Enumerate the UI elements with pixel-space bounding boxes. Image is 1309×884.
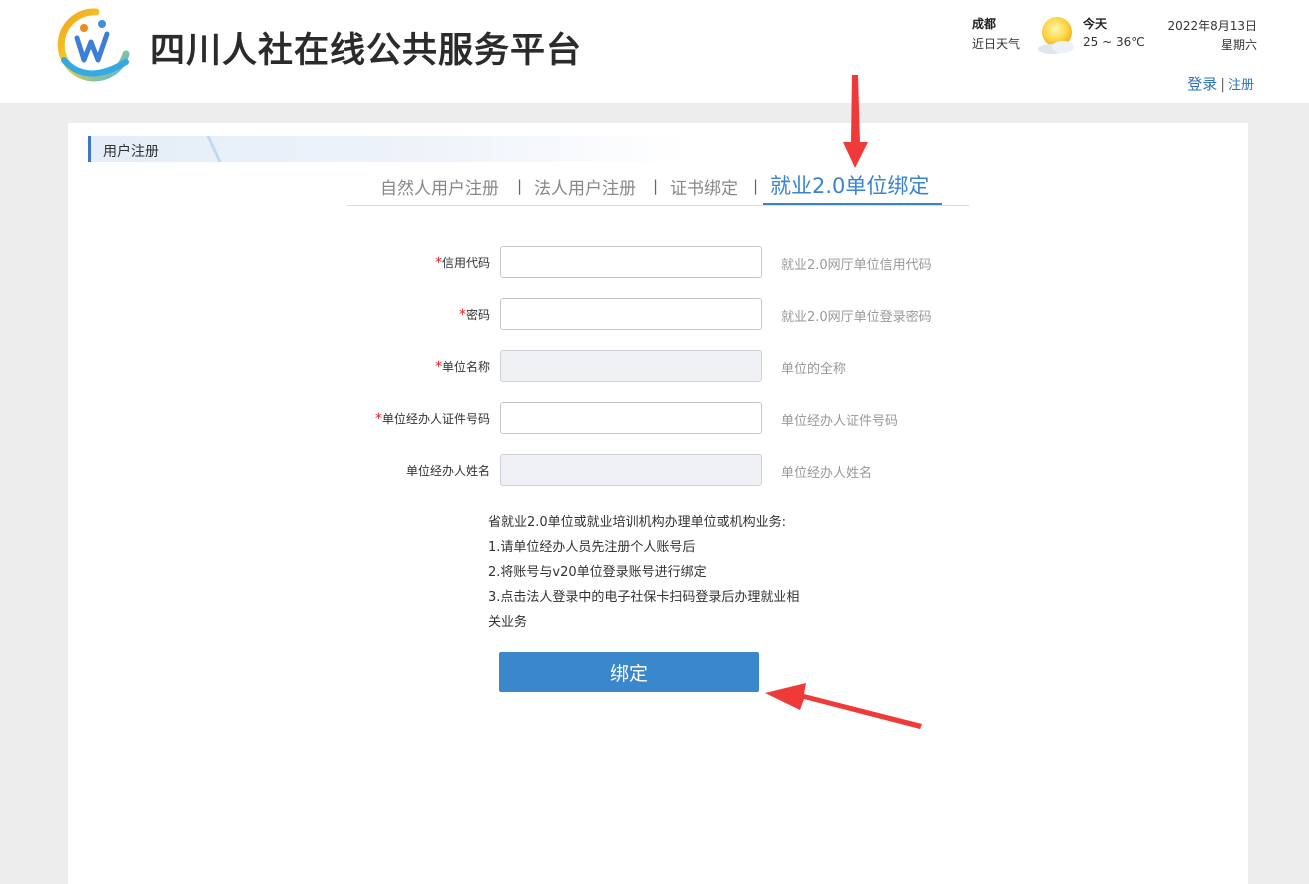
weather-city: 成都 bbox=[972, 17, 997, 31]
agent-id-number-hint: 单位经办人证件号码 bbox=[781, 414, 899, 429]
unit-name-input bbox=[500, 350, 762, 382]
bind-button[interactable]: 绑定 bbox=[499, 652, 759, 692]
unit-name-hint: 单位的全称 bbox=[781, 362, 847, 377]
unit-name-label: *单位名称 bbox=[434, 359, 490, 375]
instruction-line: 3.点击法人登录中的电子社保卡扫码登录后办理就业相 bbox=[488, 590, 800, 605]
tab-certificate-binding[interactable]: 证书绑定 bbox=[670, 174, 738, 199]
site-title: 四川人社在线公共服务平台 bbox=[150, 31, 583, 71]
register-link[interactable]: 注册 bbox=[1228, 78, 1254, 93]
password-input[interactable] bbox=[500, 298, 762, 330]
current-weekday: 星期六 bbox=[1220, 38, 1257, 52]
agent-name-hint: 单位经办人姓名 bbox=[781, 466, 873, 481]
registration-tabs: 自然人用户注册 | 法人用户注册 | 证书绑定 | 就业2.0单位绑定 bbox=[347, 169, 969, 206]
auth-separator: | bbox=[1220, 77, 1225, 93]
site-header: 四川人社在线公共服务平台 成都 近日天气 今天 25 ~ 36℃ 2022年8月… bbox=[0, 0, 1309, 103]
section-accent-bar bbox=[88, 136, 91, 162]
tab-separator: | bbox=[753, 177, 759, 195]
section-header: 用户注册 bbox=[88, 136, 688, 162]
required-mark: * bbox=[458, 307, 466, 323]
instruction-line: 关业务 bbox=[488, 615, 528, 630]
instruction-line: 1.请单位经办人员先注册个人账号后 bbox=[488, 540, 696, 555]
current-date: 2022年8月13日 bbox=[1167, 19, 1257, 33]
weather-label: 近日天气 bbox=[972, 37, 1021, 51]
instructions-text: 省就业2.0单位或就业培训机构办理单位或机构业务: 1.请单位经办人员先注册个人… bbox=[488, 510, 799, 635]
main-panel: 用户注册 自然人用户注册 | 法人用户注册 | 证书绑定 | 就业2.0单位绑定… bbox=[68, 123, 1248, 884]
credit-code-input[interactable] bbox=[500, 246, 762, 278]
required-mark: * bbox=[374, 411, 382, 427]
instruction-line: 2.将账号与v20单位登录账号进行绑定 bbox=[488, 565, 707, 580]
tab-natural-person-register[interactable]: 自然人用户注册 bbox=[380, 174, 499, 199]
credit-code-label: *信用代码 bbox=[434, 255, 490, 271]
weather-temperature: 25 ~ 36℃ bbox=[1083, 35, 1145, 49]
agent-name-input bbox=[500, 454, 762, 486]
weather-day: 今天 bbox=[1083, 17, 1108, 31]
login-link[interactable]: 登录 bbox=[1187, 75, 1217, 93]
sun-cloud-icon bbox=[1038, 17, 1074, 54]
tab-employment-unit-binding[interactable]: 就业2.0单位绑定 bbox=[770, 170, 929, 200]
instruction-line: 省就业2.0单位或就业培训机构办理单位或机构业务: bbox=[488, 515, 787, 530]
agent-id-number-label: *单位经办人证件号码 bbox=[374, 411, 490, 427]
section-decor bbox=[199, 136, 229, 162]
section-title: 用户注册 bbox=[103, 144, 159, 160]
tab-separator: | bbox=[653, 177, 659, 195]
credit-code-hint: 就业2.0网厅单位信用代码 bbox=[781, 258, 932, 273]
required-mark: * bbox=[434, 359, 442, 375]
tab-separator: | bbox=[517, 177, 523, 195]
agent-id-number-input[interactable] bbox=[500, 402, 762, 434]
required-mark: * bbox=[434, 255, 442, 271]
auth-links: 登录 | 注册 bbox=[1187, 73, 1254, 94]
password-label: *密码 bbox=[458, 307, 490, 323]
tab-legal-person-register[interactable]: 法人用户注册 bbox=[534, 174, 636, 199]
password-hint: 就业2.0网厅单位登录密码 bbox=[781, 310, 932, 325]
agent-name-label: 单位经办人姓名 bbox=[405, 464, 490, 478]
active-tab-indicator bbox=[763, 203, 942, 205]
site-logo-icon bbox=[57, 8, 130, 82]
